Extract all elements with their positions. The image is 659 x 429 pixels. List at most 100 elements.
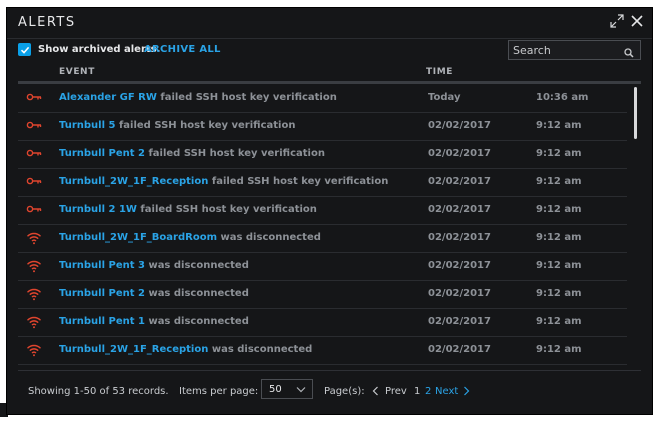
event-text: Turnbull Pent 2 was disconnected [59,288,249,299]
key-icon [26,175,42,189]
table-row[interactable]: Turnbull Pent 3 was disconnected 02/02/20… [18,252,627,281]
device-link[interactable]: Turnbull_2W_1F_Reception [59,344,208,355]
event-message: was disconnected [144,288,249,299]
alerts-list: Alexander GF RW failed SSH host key veri… [18,84,641,369]
archive-all-button[interactable]: ARCHIVE ALL [144,44,221,55]
device-link[interactable]: Turnbull Pent 2 [59,288,145,299]
chevron-left-icon[interactable] [372,386,379,399]
event-date: Today [428,92,461,103]
wifi-icon [26,343,42,357]
event-date: 02/02/2017 [428,232,491,243]
event-time: 9:12 am [536,344,582,355]
page-2[interactable]: 2 [425,386,431,397]
key-icon [26,91,42,105]
event-date: 02/02/2017 [428,344,491,355]
device-link[interactable]: Turnbull_2W_1F_Reception [59,176,208,187]
device-link[interactable]: Turnbull_2W_1F_BoardRoom [59,232,217,243]
device-link[interactable]: Turnbull Pent 1 [59,316,145,327]
device-link[interactable]: Turnbull 2 1W [59,204,137,215]
show-archived-label[interactable]: Show archived alerts. [38,44,160,55]
event-message: failed SSH host key verification [115,120,296,131]
panel-title: ALERTS [18,15,76,30]
event-text: Turnbull_2W_1F_Reception failed SSH host… [59,176,388,187]
key-icon [26,119,42,133]
event-time: 9:12 am [536,232,582,243]
items-per-page-label: Items per page: [179,386,259,397]
event-date: 02/02/2017 [428,176,491,187]
pagination-footer: Showing 1-50 of 53 records. Items per pa… [28,379,641,404]
event-time: 9:12 am [536,120,582,131]
chevron-right-icon[interactable] [463,386,470,399]
records-count: Showing 1-50 of 53 records. [28,386,169,397]
items-per-page-select[interactable]: 50 [261,379,313,399]
event-time: 9:12 am [536,204,582,215]
device-link[interactable]: Turnbull Pent 3 [59,260,145,271]
event-time: 9:12 am [536,316,582,327]
column-header-time[interactable]: TIME [426,67,453,77]
panel-header: ALERTS [7,8,652,39]
event-message: failed SSH host key verification [156,92,337,103]
event-message: failed SSH host key verification [208,176,389,187]
event-text: Turnbull_2W_1F_BoardRoom was disconnecte… [59,232,321,243]
event-message: failed SSH host key verification [136,204,317,215]
prev-page-button[interactable]: Prev [385,386,407,397]
event-text: Turnbull Pent 2 failed SSH host key veri… [59,148,325,159]
table-row[interactable]: Turnbull 2 1W failed SSH host key verifi… [18,196,627,225]
table-row[interactable]: Turnbull_2W_1F_BoardRoom was disconnecte… [18,224,627,253]
event-message: was disconnected [144,260,249,271]
search-input[interactable] [513,43,618,57]
search-icon[interactable] [624,45,634,63]
event-text: Turnbull_2W_1F_Reception was disconnecte… [59,344,312,355]
key-icon [26,203,42,217]
event-time: 10:36 am [536,92,589,103]
event-message: was disconnected [208,344,313,355]
event-text: Turnbull 2 1W failed SSH host key verifi… [59,204,317,215]
table-row[interactable]: Turnbull Pent 2 failed SSH host key veri… [18,140,627,169]
event-text: Turnbull Pent 3 was disconnected [59,260,249,271]
device-link[interactable]: Turnbull Pent 2 [59,148,145,159]
table-row[interactable]: Turnbull 5 failed SSH host key verificat… [18,112,627,141]
column-header-event[interactable]: EVENT [59,67,95,77]
page-1[interactable]: 1 [414,386,420,397]
event-message: was disconnected [217,232,321,243]
wifi-icon [26,315,42,329]
event-time: 9:12 am [536,148,582,159]
table-row[interactable]: Turnbull Pent 1 was disconnected 02/02/20… [18,308,627,337]
event-message: was disconnected [144,316,249,327]
event-time: 9:12 am [536,288,582,299]
chevron-down-icon [296,385,306,396]
event-message: failed SSH host key verification [144,148,325,159]
scrollbar-thumb[interactable] [634,87,637,139]
items-per-page-value: 50 [269,384,282,395]
event-time: 9:12 am [536,260,582,271]
event-date: 02/02/2017 [428,316,491,327]
wifi-icon [26,259,42,273]
next-page-button[interactable]: Next [435,386,458,397]
event-date: 02/02/2017 [428,148,491,159]
key-icon [26,147,42,161]
event-time: 9:12 am [536,176,582,187]
footer-divider [18,370,641,371]
table-row[interactable]: Alexander GF RW failed SSH host key veri… [18,84,627,113]
table-row[interactable]: Turnbull_2W_1F_Reception was disconnecte… [18,336,627,365]
alerts-panel: ALERTS Show archived alerts. ARCHIVE ALL… [6,7,653,415]
table-header: EVENT TIME [18,66,641,80]
event-date: 02/02/2017 [428,120,491,131]
event-text: Turnbull Pent 1 was disconnected [59,316,249,327]
device-link[interactable]: Turnbull 5 [59,120,115,131]
pages-label: Page(s): [324,386,365,397]
wifi-icon [26,287,42,301]
event-date: 02/02/2017 [428,260,491,271]
wifi-icon [26,231,42,245]
search-box [508,40,641,60]
close-icon[interactable] [630,14,644,28]
expand-icon[interactable] [610,14,624,28]
event-date: 02/02/2017 [428,288,491,299]
show-archived-checkbox[interactable] [18,43,31,56]
table-row[interactable]: Turnbull Pent 2 was disconnected 02/02/20… [18,280,627,309]
event-text: Alexander GF RW failed SSH host key veri… [59,92,337,103]
device-link[interactable]: Alexander GF RW [59,92,157,103]
table-row[interactable]: Turnbull_2W_1F_Reception failed SSH host… [18,168,627,197]
event-date: 02/02/2017 [428,204,491,215]
toolbar: Show archived alerts. ARCHIVE ALL [18,40,641,65]
